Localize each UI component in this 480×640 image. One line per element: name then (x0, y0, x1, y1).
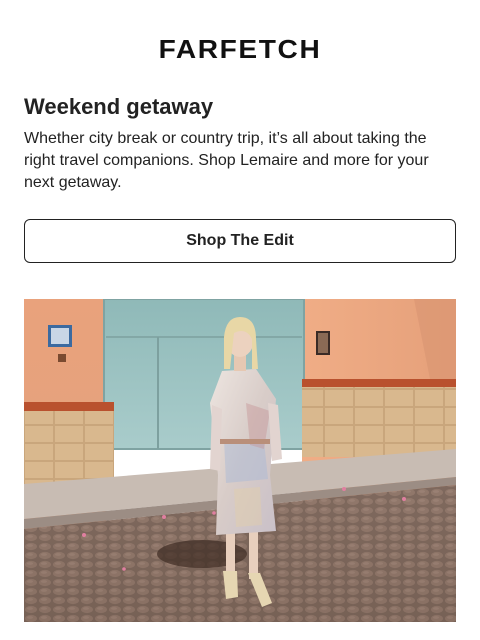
farfetch-logo[interactable]: FARFETCH (0, 34, 480, 64)
shop-the-edit-button[interactable]: Shop The Edit (24, 219, 456, 263)
body-copy: Whether city break or country trip, it’s… (24, 130, 429, 191)
hero-photo (24, 299, 456, 622)
hero-image[interactable] (24, 299, 456, 622)
headline: Weekend getaway (24, 94, 214, 119)
email-page: FARFETCH Weekend getaway Whether city br… (0, 0, 480, 640)
